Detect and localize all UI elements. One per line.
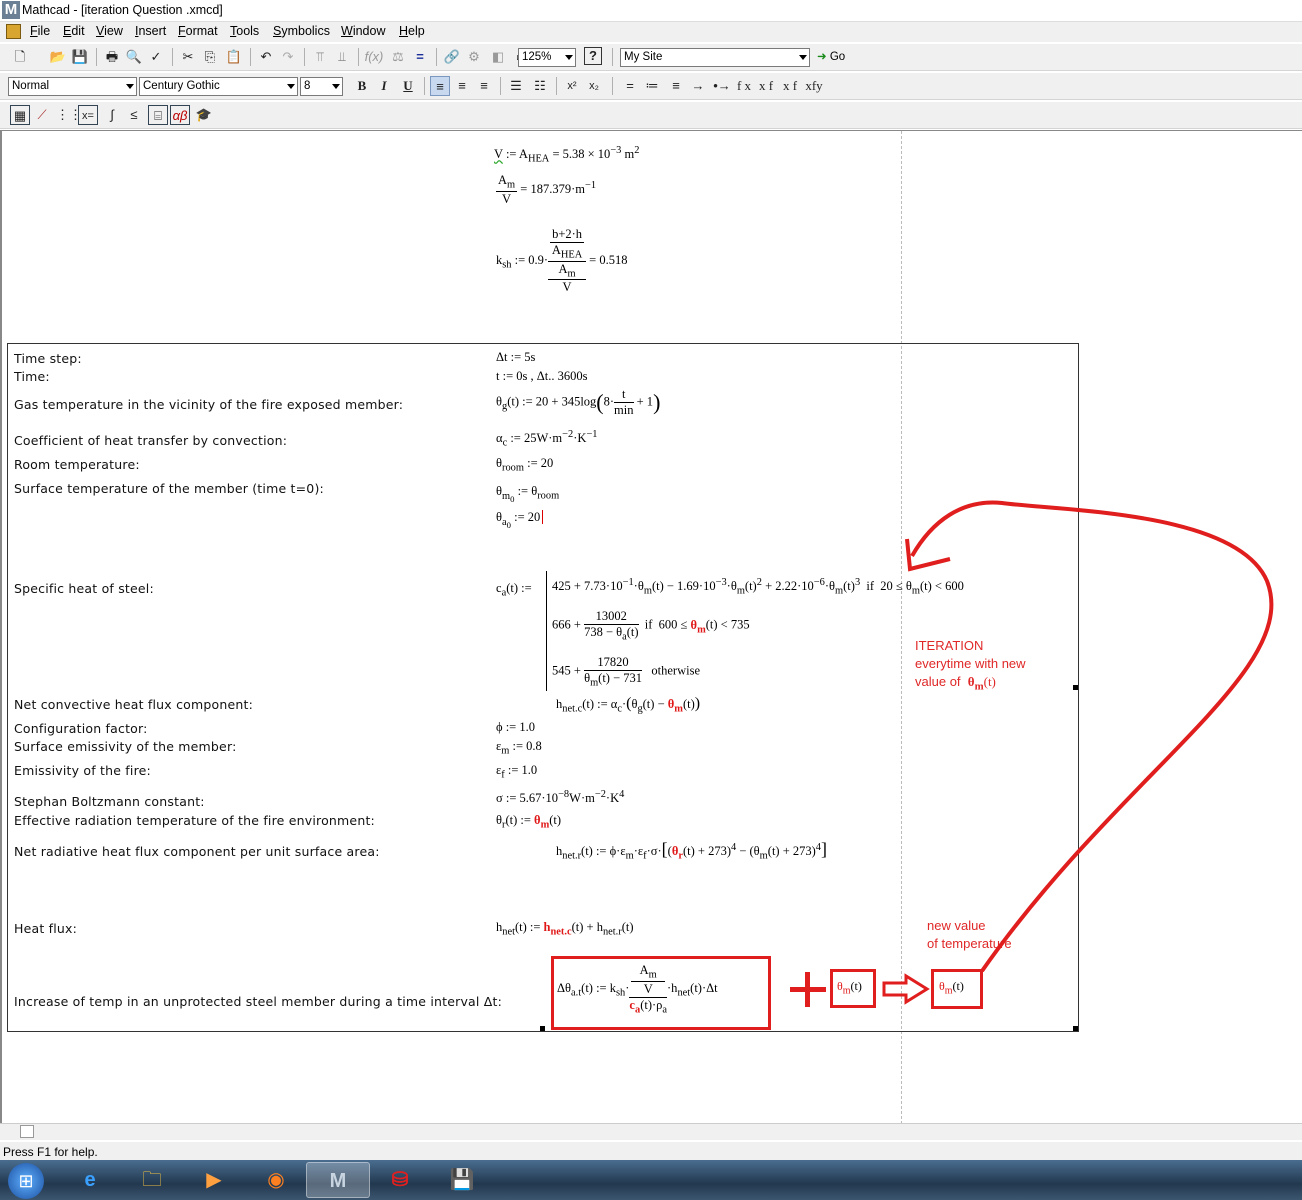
paste-icon[interactable]: 📋 — [224, 47, 244, 67]
cut-icon[interactable]: ✂ — [178, 47, 198, 67]
menu-view[interactable]: View — [96, 24, 123, 38]
help-icon[interactable]: ? — [584, 47, 602, 65]
component-icon[interactable]: ⚙ — [464, 47, 484, 67]
annotation-arrows — [882, 500, 1274, 1005]
treefix-icon[interactable]: xfy — [804, 76, 824, 96]
open-icon[interactable]: 📂 — [48, 47, 68, 67]
hollow-arrow — [882, 973, 930, 1005]
evaluation-icon[interactable]: x= — [78, 105, 98, 125]
subscript-icon[interactable]: x₂ — [584, 76, 604, 96]
font-size-select[interactable]: 8 — [300, 77, 343, 96]
function-icon[interactable]: f(x) — [364, 47, 384, 67]
postfix-icon[interactable]: x f — [756, 76, 776, 96]
insert-unit-icon[interactable]: ⚖ — [388, 47, 408, 67]
align-top-icon[interactable]: ⫪ — [310, 47, 330, 67]
italic-button[interactable]: I — [374, 76, 394, 96]
print-preview-icon[interactable]: 🔍 — [124, 47, 144, 67]
internet-explorer-icon[interactable]: e — [58, 1162, 122, 1198]
define-icon[interactable]: ≔ — [642, 76, 662, 96]
superscript-icon[interactable]: x² — [562, 76, 582, 96]
bullet-list-icon[interactable]: ☰ — [506, 76, 526, 96]
copy-icon[interactable]: ⎘ — [200, 47, 220, 67]
menu-bar: File Edit View Insert Format Tools Symbo… — [0, 22, 1302, 42]
iteration-curve-arrow — [910, 500, 1274, 973]
document-icon[interactable] — [6, 24, 21, 39]
bold-button[interactable]: B — [352, 76, 372, 96]
firefox-icon[interactable]: ◉ — [244, 1162, 308, 1198]
menu-symbolics[interactable]: Symbolics — [273, 24, 330, 38]
calculator-icon[interactable]: ▦ — [10, 105, 30, 125]
save-icon[interactable]: 💾 — [70, 47, 90, 67]
menu-insert[interactable]: Insert — [135, 24, 166, 38]
media-player-icon[interactable]: ▶ — [182, 1162, 246, 1198]
align-center-icon[interactable]: ≡ — [452, 76, 472, 96]
resource-icon[interactable]: ◧ — [488, 47, 508, 67]
eval-equal-icon[interactable]: = — [620, 76, 640, 96]
formatting-toolbar: Normal Century Gothic 8 B I U ≡ ≡ ≡ ☰ ☷ … — [0, 72, 1302, 113]
status-bar: Press F1 for help. — [0, 1142, 1302, 1160]
horizontal-scrollbar[interactable] — [0, 1123, 1302, 1140]
standard-toolbar: 🗋 📂 💾 🖶 🔍 ✓ ✂ ⎘ 📋 ↶ ↷ ⫪ ⫫ f(x) ⚖ = 🔗 ⚙ ◧… — [0, 43, 1302, 71]
global-define-icon[interactable]: ≡ — [666, 76, 686, 96]
spell-check-icon[interactable]: ✓ — [146, 47, 166, 67]
calculus-icon[interactable]: ∫ — [102, 105, 122, 125]
menu-file[interactable]: File — [30, 24, 50, 38]
calculate-icon[interactable]: = — [410, 47, 430, 67]
greek-icon[interactable]: αβ — [170, 105, 190, 125]
insert-hyperlink-icon[interactable]: 🔗 — [442, 47, 462, 67]
align-left-icon[interactable]: ≡ — [430, 76, 450, 96]
undo-icon[interactable]: ↶ — [256, 47, 276, 67]
zoom-select[interactable]: 125% — [518, 48, 576, 67]
infix-icon[interactable]: x f y — [780, 76, 800, 113]
site-select[interactable]: My Site — [620, 48, 810, 67]
boolean-icon[interactable]: ≤ — [124, 105, 144, 125]
keyword-eval-icon[interactable]: •→ — [712, 76, 732, 96]
scroll-thumb[interactable] — [20, 1125, 34, 1138]
math-toolbar: ▦ ⟋ ⋮⋮ x= ∫ ≤ ⌸ αβ 🎓 — [0, 101, 1302, 129]
taskbar: ⊞ e 🗀 ▶ ◉ M ⛁ 💾 — [0, 1160, 1302, 1200]
window-title: Mathcad - [iteration Question .xmcd] — [22, 3, 223, 17]
prefix-icon[interactable]: f x — [734, 76, 754, 96]
explorer-icon[interactable]: 🗀 — [120, 1162, 184, 1198]
align-down-icon[interactable]: ⫫ — [332, 47, 352, 67]
redo-icon[interactable]: ↷ — [278, 47, 298, 67]
print-icon[interactable]: 🖶 — [102, 47, 122, 67]
go-button[interactable]: ➜ Go — [817, 49, 845, 63]
programming-icon[interactable]: ⌸ — [148, 105, 168, 125]
symbolic-eval-icon[interactable]: → — [688, 76, 708, 96]
start-button-icon[interactable]: ⊞ — [8, 1163, 44, 1199]
style-select[interactable]: Normal — [8, 77, 137, 96]
new-icon[interactable]: 🗋 — [10, 47, 30, 67]
menu-edit[interactable]: Edit — [63, 24, 85, 38]
menu-window[interactable]: Window — [341, 24, 385, 38]
acrobat-icon[interactable]: ⛁ — [368, 1162, 432, 1198]
menu-format[interactable]: Format — [178, 24, 218, 38]
title-bar: M Mathcad - [iteration Question .xmcd] — [0, 0, 1302, 22]
mathcad-taskbar-icon[interactable]: M — [306, 1162, 370, 1198]
save-app-icon[interactable]: 💾 — [430, 1162, 494, 1198]
numbered-list-icon[interactable]: ☷ — [530, 76, 550, 96]
align-right-icon[interactable]: ≡ — [474, 76, 494, 96]
worksheet[interactable]: V := AHEA = 5.38 × 10−3 m2 Am V = 187.379… — [0, 130, 1302, 1123]
underline-button[interactable]: U — [398, 76, 418, 96]
font-select[interactable]: Century Gothic — [139, 77, 298, 96]
graph-icon[interactable]: ⟋ — [32, 105, 52, 125]
mathcad-logo-icon: M — [2, 1, 20, 19]
matrix-icon[interactable]: ⋮⋮ — [56, 105, 82, 125]
menu-help[interactable]: Help — [399, 24, 425, 38]
symbolic-icon[interactable]: 🎓 — [194, 105, 214, 125]
menu-tools[interactable]: Tools — [230, 24, 259, 38]
